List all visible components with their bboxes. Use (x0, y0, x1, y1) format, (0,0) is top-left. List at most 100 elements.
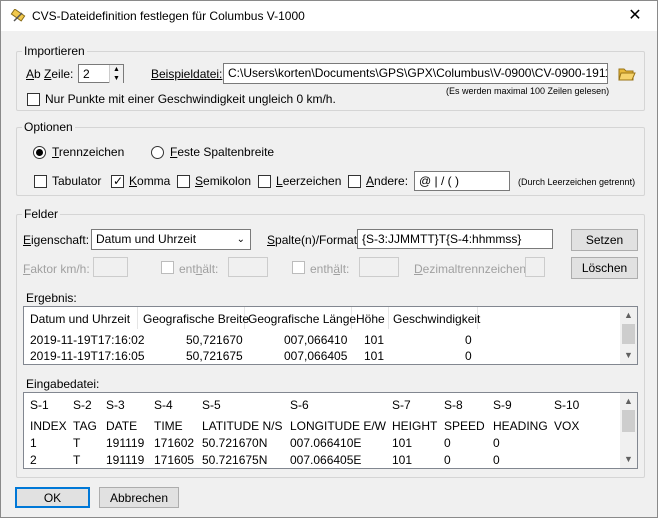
scroll-thumb[interactable] (622, 324, 635, 344)
window-title: CVS-Dateidefinition festlegen für Columb… (32, 9, 305, 23)
eingabe-cell: 50.721670N (202, 436, 268, 450)
dezimal-input (525, 257, 545, 277)
eingabe-cell: 1 (30, 436, 37, 450)
ab-zeile-label: Ab Zeile: (26, 67, 74, 81)
ruler-pencil-icon (10, 8, 26, 25)
spin-up-icon[interactable]: ▲ (110, 65, 123, 74)
spalten-label: Spalte(n)/Format: (267, 233, 361, 247)
enthaelt1-checkbox (161, 261, 174, 274)
beispieldatei-label: Beispieldatei: (151, 67, 223, 81)
scroll-up-icon[interactable]: ▲ (620, 393, 637, 410)
ergebnis-cell: 007,066405 (284, 349, 348, 363)
radio-feste-spaltenbreite[interactable] (151, 146, 164, 159)
scroll-up-icon[interactable]: ▲ (620, 307, 637, 324)
ergebnis-cell: 101 (364, 349, 385, 363)
leerzeichen-checkbox[interactable] (258, 175, 271, 188)
ergebnis-scrollbar[interactable]: ▲ ▼ (620, 307, 637, 364)
beispieldatei-input[interactable]: C:\Users\korten\Documents\GPS\GPX\Columb… (223, 63, 608, 84)
eigenschaft-value: Datum und Uhrzeit (96, 232, 197, 246)
ab-zeile-spinner[interactable]: ▲ ▼ (109, 65, 123, 83)
eingabe-column-header: S-5 (202, 398, 221, 412)
col-divider (388, 307, 389, 329)
andere-checkbox[interactable] (348, 175, 361, 188)
eigenschaft-label: Eigenschaft: (23, 233, 90, 247)
scroll-thumb[interactable] (622, 410, 635, 432)
eingabe-cell: HEADING (493, 419, 548, 433)
check-icon: ✓ (113, 174, 124, 188)
komma-checkbox[interactable]: ✓ (111, 174, 124, 188)
semikolon-label: Semikolon (195, 174, 252, 188)
eingabe-cell: 50.721675N (202, 453, 268, 467)
scroll-down-icon[interactable]: ▼ (620, 451, 637, 468)
enthaelt2-checkbox (292, 261, 305, 274)
eingabe-cell: TIME (154, 419, 183, 433)
scroll-down-icon[interactable]: ▼ (620, 347, 637, 364)
eingabe-label: Eingabedatei: (26, 377, 100, 391)
eingabe-cell: INDEX (30, 419, 67, 433)
eingabe-column-header: S-1 (30, 398, 49, 412)
eingabe-column-header: S-10 (554, 398, 580, 412)
radio-feste-label: Feste Spaltenbreite (170, 145, 275, 159)
abbrechen-button[interactable]: Abbrechen (99, 487, 179, 508)
nur-punkte-label: Nur Punkte mit einer Geschwindigkeit ung… (45, 92, 336, 106)
group-felder-label: Felder (22, 207, 61, 221)
eingabe-cell: 101 (392, 453, 413, 467)
eingabe-table[interactable]: S-1 S-2 S-3 S-4 S-5 S-6 S-7 S-8 S-9 S-10 INDEX TAG D… (23, 392, 638, 469)
dialog-window: CVS-Dateidefinition festlegen für Columb… (0, 0, 658, 518)
ergebnis-cell: 50,721670 (186, 333, 243, 347)
ergebnis-header[interactable]: Geschwindigkeit (393, 312, 480, 326)
radio-trennzeichen[interactable] (33, 146, 46, 159)
browse-button[interactable] (616, 62, 638, 84)
dezimal-label: Dezimaltrennzeichen: (414, 262, 530, 276)
ergebnis-cell: 0 (465, 349, 472, 363)
nur-punkte-checkbox[interactable] (27, 93, 40, 106)
ergebnis-table[interactable]: Datum und Uhrzeit Geografische Breite Ge… (23, 306, 638, 365)
ergebnis-header[interactable]: Geografische Länge (248, 312, 356, 326)
semikolon-checkbox[interactable] (177, 175, 190, 188)
eigenschaft-select[interactable]: Datum und Uhrzeit ⌄ (91, 229, 251, 250)
ergebnis-header[interactable]: Geografische Breite (143, 312, 249, 326)
eingabe-cell: T (73, 436, 81, 450)
eingabe-column-header: S-9 (493, 398, 512, 412)
ok-button[interactable]: OK (15, 487, 90, 508)
ergebnis-cell: 007,066410 (284, 333, 348, 347)
eingabe-cell: HEIGHT (392, 419, 438, 433)
eingabe-cell: 191119 (106, 436, 145, 450)
ergebnis-header[interactable]: Höhe (356, 312, 385, 326)
loeschen-button[interactable]: Löschen (571, 257, 638, 279)
leerzeichen-label: Leerzeichen (276, 174, 342, 188)
setzen-button[interactable]: Setzen (571, 229, 638, 251)
eingabe-scrollbar[interactable]: ▲ ▼ (620, 393, 637, 468)
eingabe-cell: 007.066405E (290, 453, 362, 467)
faktor-input (93, 257, 128, 277)
eingabe-cell: T (73, 453, 81, 467)
ab-zeile-value: 2 (83, 67, 90, 81)
close-icon: ✕ (628, 7, 642, 24)
andere-label: Andere: (366, 174, 409, 188)
komma-label: Komma (129, 174, 171, 188)
eingabe-cell: 0 (444, 436, 451, 450)
close-button[interactable]: ✕ (613, 1, 657, 31)
eingabe-column-header: S-7 (392, 398, 411, 412)
eingabe-column-header: S-3 (106, 398, 125, 412)
eingabe-cell: 101 (392, 436, 413, 450)
col-divider (137, 307, 138, 329)
radio-selected-dot (36, 149, 43, 156)
eingabe-cell: VOX (554, 419, 580, 433)
group-importieren-label: Importieren (22, 44, 87, 58)
eingabe-cell: 0 (444, 453, 451, 467)
spin-down-icon[interactable]: ▼ (110, 74, 123, 83)
ergebnis-cell: 2019-11-19T17:16:02 (30, 333, 145, 347)
eingabe-cell: 2 (30, 453, 37, 467)
ergebnis-header[interactable]: Datum und Uhrzeit (30, 312, 130, 326)
andere-input[interactable]: @ | / ( ) (414, 171, 510, 191)
chevron-down-icon: ⌄ (236, 234, 245, 245)
spalten-format-input[interactable]: {S-3:JJMMTT}T{S-4:hhmmss} (357, 229, 553, 249)
ergebnis-cell: 0 (465, 333, 472, 347)
tabulator-checkbox[interactable] (34, 175, 47, 188)
max-rows-hint: (Es werden maximal 100 Zeilen gelesen) (446, 86, 610, 96)
enthaelt2-input (359, 257, 399, 277)
eingabe-cell: 0 (493, 436, 500, 450)
eingabe-cell: 171605 (154, 453, 195, 467)
enthaelt1-label: enthält: (179, 262, 219, 276)
